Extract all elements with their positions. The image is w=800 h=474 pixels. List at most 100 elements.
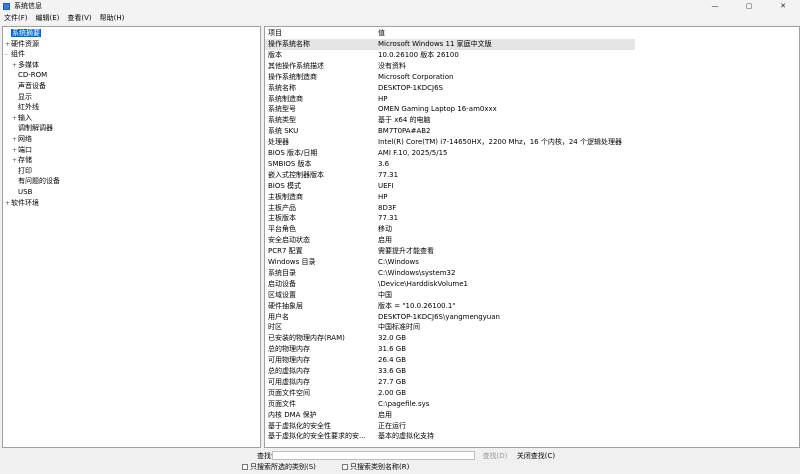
table-row[interactable]: 已安装的物理内存(RAM) 32.0 GB [265, 333, 799, 344]
table-row[interactable]: 时区 中国标准时间 [265, 322, 799, 333]
table-row[interactable]: 区域设置 中国 [265, 290, 799, 301]
category-tree[interactable]: 系统摘要 +硬件资源 - 组件 +多媒体 CD-ROM 声音设备 显示 红外线 +输入 调制解调器 +… [2, 26, 261, 448]
table-row[interactable]: 其他操作系统描述 没有资料 [265, 61, 799, 72]
menu-edit[interactable]: 编辑(E) [32, 13, 64, 23]
table-row[interactable]: 平台角色 移动 [265, 224, 799, 235]
table-header: 项目 值 [265, 28, 799, 39]
tree-item[interactable]: +网络 [12, 134, 32, 145]
table-row[interactable]: BIOS 模式 UEFI [265, 181, 799, 192]
close-find-button[interactable]: 关闭查找(C) [513, 450, 559, 461]
item-value: 基本的虚拟化支持 [378, 432, 434, 441]
table-row[interactable]: 系统目录 C:\Windows\system32 [265, 268, 799, 279]
tree-item-label: 有问题的设备 [18, 177, 60, 186]
table-row[interactable]: 硬件抽象层 版本 = "10.0.26100.1" [265, 301, 799, 312]
tree-item[interactable]: - 组件 [5, 49, 25, 60]
menu-help[interactable]: 帮助(H) [96, 13, 129, 23]
table-row[interactable]: 版本 10.0.26100 版本 26100 [265, 50, 799, 61]
tree-item-label: 输入 [18, 113, 32, 122]
table-row[interactable]: 可用物理内存 26.4 GB [265, 355, 799, 366]
item-value: C:\pagefile.sys [378, 399, 430, 408]
table-row[interactable]: 主板版本 77.31 [265, 213, 799, 224]
app-icon [3, 2, 10, 10]
table-row[interactable]: 主板制造商 HP [265, 192, 799, 203]
item-value: 33.6 GB [378, 367, 407, 375]
table-row[interactable]: 嵌入式控制器版本 77.31 [265, 170, 799, 181]
table-row[interactable]: 系统名称 DESKTOP-1KDCJ6S [265, 83, 799, 94]
table-row[interactable]: PCR7 配置 需要提升才能查看 [265, 246, 799, 257]
tree-item[interactable]: 红外线 [12, 102, 39, 113]
tree-item[interactable]: 显示 [12, 92, 32, 103]
table-row[interactable]: 基于虚拟化的安全性要求的安... 基本的虚拟化支持 [265, 431, 799, 442]
table-row[interactable]: 总的物理内存 31.6 GB [265, 344, 799, 355]
table-row[interactable]: 系统 SKU BM7T0PA#AB2 [265, 126, 799, 137]
table-row[interactable]: 系统型号 OMEN Gaming Laptop 16-am0xxx [265, 104, 799, 115]
table-row[interactable]: 操作系统名称 Microsoft Windows 11 家庭中文版 [265, 39, 635, 50]
search-bar: 查找什 查找(D) 关闭查找(C) 只搜索所选的类别(S) 只搜索类别名称(R) [0, 449, 800, 474]
tree-item[interactable]: CD-ROM [12, 70, 47, 81]
item-value: 需要提升才能查看 [378, 247, 434, 256]
tree-item[interactable]: +多媒体 [12, 60, 39, 71]
tree-item[interactable]: USB [12, 187, 32, 198]
table-row[interactable]: 处理器 Intel(R) Core(TM) i7-14650HX，2200 Mhz… [265, 137, 799, 148]
tree-item-label: 端口 [18, 145, 32, 154]
search-selected-category-checkbox[interactable]: 只搜索所选的类别(S) [242, 462, 316, 472]
table-row[interactable]: 主板产品 8D3F [265, 203, 799, 214]
item-name: 可用物理内存 [268, 356, 310, 365]
minimize-icon[interactable]: — [698, 0, 732, 12]
tree-item[interactable]: +端口 [12, 145, 32, 156]
item-name: 安全启动状态 [268, 236, 310, 245]
item-value: 基于 x64 的电脑 [378, 116, 431, 125]
item-value: Microsoft Windows 11 家庭中文版 [378, 40, 492, 48]
table-row[interactable]: 操作系统制造商 Microsoft Corporation [265, 72, 799, 83]
tree-item[interactable]: 系统摘要 [5, 28, 41, 39]
column-header-value[interactable]: 值 [378, 28, 385, 39]
item-value: \Device\HarddiskVolume1 [378, 279, 468, 288]
table-row[interactable]: BIOS 版本/日期 AMI F.10, 2025/5/15 [265, 148, 799, 159]
checkbox-box[interactable] [342, 464, 348, 470]
search-category-names-checkbox[interactable]: 只搜索类别名称(R) [342, 462, 409, 472]
item-name: 启动设备 [268, 279, 296, 288]
tree-item-label: 显示 [18, 92, 32, 101]
table-row[interactable]: Windows 目录 C:\Windows [265, 257, 799, 268]
item-name: BIOS 版本/日期 [268, 149, 318, 157]
tree-item[interactable]: 调制解调器 [12, 123, 53, 134]
tree-item-label: 系统摘要 [11, 29, 41, 37]
item-name: 总的虚拟内存 [268, 367, 310, 375]
menu-file[interactable]: 文件(F) [0, 13, 32, 23]
table-row[interactable]: 可用虚拟内存 27.7 GB [265, 377, 799, 388]
menu-view[interactable]: 查看(V) [63, 13, 95, 23]
table-row[interactable]: 页面文件 C:\pagefile.sys [265, 399, 799, 410]
table-row[interactable]: 内核 DMA 保护 启用 [265, 410, 799, 421]
table-row[interactable]: 用户名 DESKTOP-1KDCJ6S\yangmengyuan [265, 312, 799, 323]
tree-item[interactable]: +输入 [12, 113, 32, 124]
table-row[interactable]: SMBIOS 版本 3.6 [265, 159, 799, 170]
item-name: 页面文件空间 [268, 388, 310, 397]
item-name: PCR7 配置 [268, 247, 303, 256]
item-name: Windows 目录 [268, 258, 316, 266]
tree-item[interactable]: +硬件资源 [5, 39, 39, 50]
tree-item-label: CD-ROM [18, 71, 48, 80]
tree-item[interactable]: 有问题的设备 [12, 176, 60, 187]
item-value: DESKTOP-1KDCJ6S [378, 83, 443, 92]
table-row[interactable]: 总的虚拟内存 33.6 GB [265, 366, 799, 377]
table-row[interactable]: 启动设备 \Device\HarddiskVolume1 [265, 279, 799, 290]
find-button[interactable]: 查找(D) [478, 450, 512, 461]
tree-item[interactable]: 声音设备 [12, 81, 46, 92]
table-row[interactable]: 页面文件空间 2.00 GB [265, 388, 799, 399]
details-pane[interactable]: 项目 值 操作系统名称 Microsoft Windows 11 家庭中文版 版本 1… [264, 26, 800, 448]
table-row[interactable]: 系统制造商 HP [265, 94, 799, 105]
item-value: 27.7 GB [378, 377, 407, 386]
table-row[interactable]: 安全启动状态 启用 [265, 235, 799, 246]
checkbox-box[interactable] [242, 464, 248, 470]
item-name: 系统目录 [268, 268, 296, 277]
maximize-icon[interactable]: ▢ [732, 0, 766, 12]
tree-item[interactable]: +软件环境 [5, 198, 39, 209]
table-row[interactable]: 系统类型 基于 x64 的电脑 [265, 115, 799, 126]
find-input[interactable] [272, 451, 475, 460]
close-icon[interactable]: ✕ [766, 0, 800, 12]
table-row[interactable]: 基于虚拟化的安全性 正在运行 [265, 421, 799, 432]
tree-item-label: USB [18, 188, 33, 196]
tree-item[interactable]: 打印 [12, 166, 32, 177]
tree-item[interactable]: +存储 [12, 155, 32, 166]
column-header-item[interactable]: 项目 [268, 28, 375, 39]
